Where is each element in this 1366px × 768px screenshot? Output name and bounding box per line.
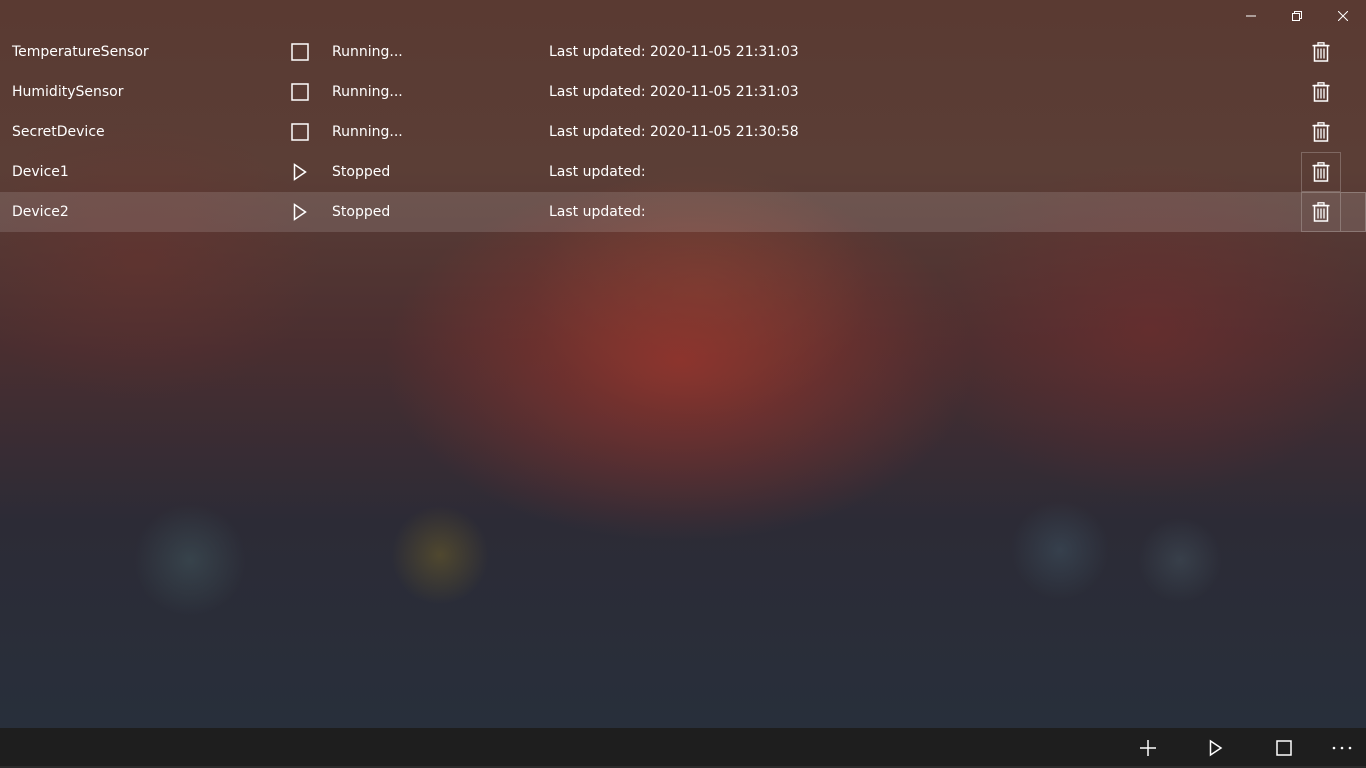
start-all-button[interactable]	[1192, 728, 1240, 768]
delete-device-button[interactable]	[1301, 192, 1341, 232]
device-last-updated: Last updated: 2020-11-05 21:31:03	[549, 84, 799, 100]
row-edge	[1341, 152, 1366, 192]
stop-icon	[1276, 740, 1292, 756]
command-bar	[0, 728, 1366, 768]
device-last-updated: Last updated: 2020-11-05 21:30:58	[549, 124, 799, 140]
plus-icon	[1140, 740, 1156, 756]
stop-icon	[291, 43, 309, 61]
row-edge	[1341, 32, 1366, 72]
play-icon	[1209, 739, 1223, 757]
device-name: SecretDevice	[12, 124, 105, 140]
device-row[interactable]: TemperatureSensor Running... Last update…	[0, 32, 1366, 72]
row-edge	[1341, 192, 1366, 232]
restore-button[interactable]	[1274, 0, 1320, 32]
stop-device-button[interactable]	[280, 112, 320, 152]
delete-device-button[interactable]	[1301, 112, 1341, 152]
start-device-button[interactable]	[280, 192, 320, 232]
trash-icon	[1312, 122, 1330, 142]
row-edge	[1341, 112, 1366, 152]
more-options-button[interactable]	[1318, 728, 1366, 768]
row-edge	[1341, 72, 1366, 112]
stop-icon	[291, 123, 309, 141]
trash-icon	[1312, 42, 1330, 62]
device-status: Running...	[332, 84, 403, 100]
device-name: Device1	[12, 164, 69, 180]
device-status: Stopped	[332, 204, 391, 220]
device-last-updated: Last updated:	[549, 204, 646, 220]
delete-device-button[interactable]	[1301, 32, 1341, 72]
delete-device-button[interactable]	[1301, 72, 1341, 112]
trash-icon	[1312, 82, 1330, 102]
stop-icon	[291, 83, 309, 101]
minimize-icon	[1246, 15, 1256, 17]
stop-device-button[interactable]	[280, 32, 320, 72]
play-icon	[293, 203, 307, 221]
window-caption-controls	[1228, 0, 1366, 32]
stop-all-button[interactable]	[1260, 728, 1308, 768]
close-icon	[1338, 11, 1348, 21]
device-name: TemperatureSensor	[12, 44, 149, 60]
device-name: Device2	[12, 204, 69, 220]
device-list: TemperatureSensor Running... Last update…	[0, 32, 1366, 232]
more-icon	[1332, 746, 1352, 750]
close-button[interactable]	[1320, 0, 1366, 32]
device-last-updated: Last updated: 2020-11-05 21:31:03	[549, 44, 799, 60]
device-name: HumiditySensor	[12, 84, 124, 100]
device-row[interactable]: Device1 Stopped Last updated:	[0, 152, 1366, 192]
device-row[interactable]: SecretDevice Running... Last updated: 20…	[0, 112, 1366, 152]
minimize-button[interactable]	[1228, 0, 1274, 32]
restore-icon	[1292, 11, 1302, 21]
add-device-button[interactable]	[1124, 728, 1172, 768]
device-status: Running...	[332, 124, 403, 140]
device-last-updated: Last updated:	[549, 164, 646, 180]
trash-icon	[1312, 162, 1330, 182]
trash-icon	[1312, 202, 1330, 222]
play-icon	[293, 163, 307, 181]
stop-device-button[interactable]	[280, 72, 320, 112]
device-status: Stopped	[332, 164, 391, 180]
device-status: Running...	[332, 44, 403, 60]
delete-device-button[interactable]	[1301, 152, 1341, 192]
start-device-button[interactable]	[280, 152, 320, 192]
device-row-selected[interactable]: Device2 Stopped Last updated:	[0, 192, 1366, 232]
device-row[interactable]: HumiditySensor Running... Last updated: …	[0, 72, 1366, 112]
